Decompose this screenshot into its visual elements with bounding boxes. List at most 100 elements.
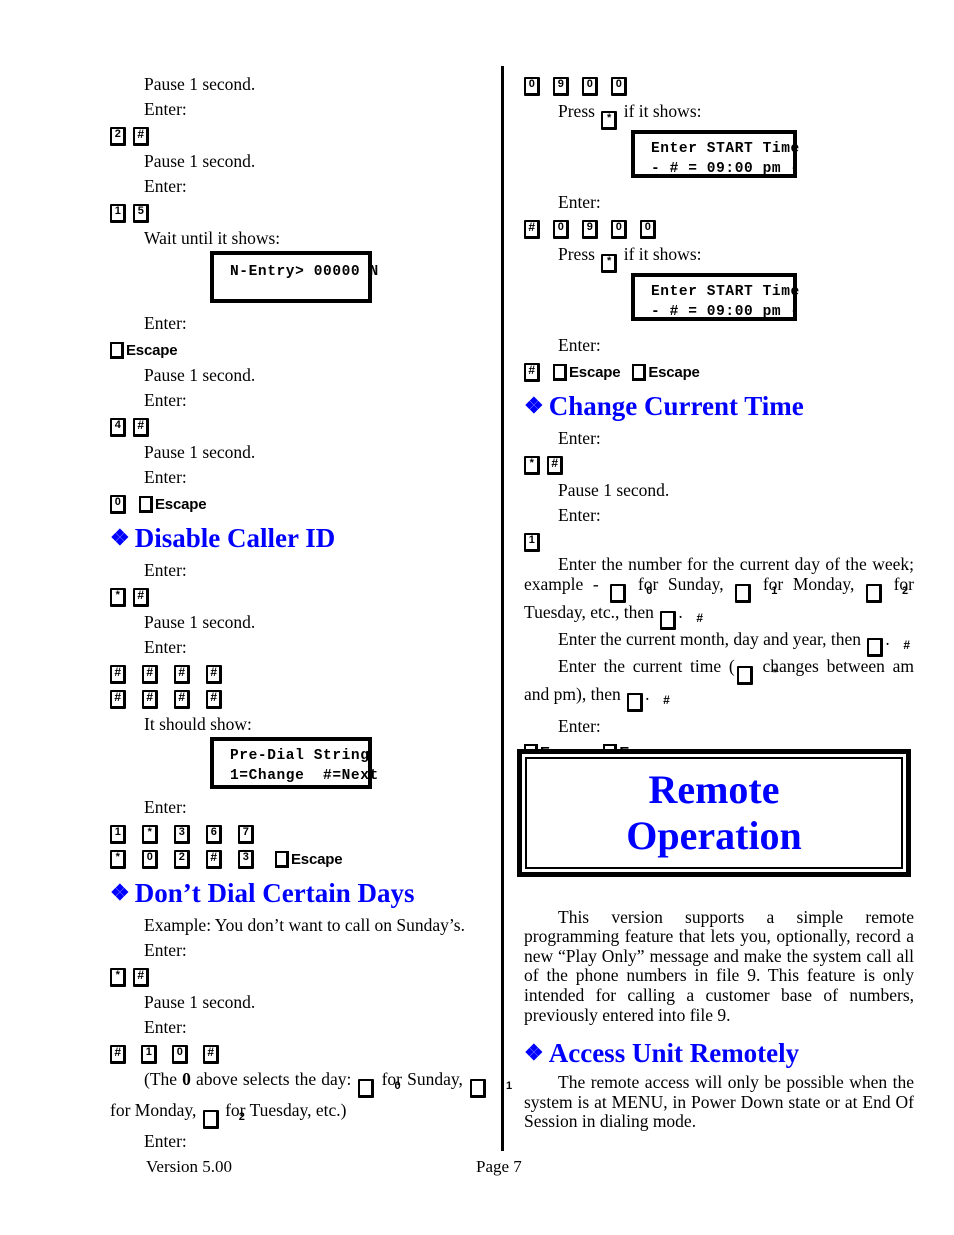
key-0[interactable]: 0: [110, 494, 126, 514]
key-sequence-0-escape: 0 Escape: [110, 493, 488, 515]
instruction-wait: Wait until it shows:: [144, 228, 281, 248]
key-0[interactable]: 0: [611, 76, 627, 96]
heading-change-current-time: ❖ Change Current Time: [524, 390, 914, 422]
key-hash[interactable]: #: [110, 689, 126, 709]
key-3[interactable]: 3: [174, 824, 190, 844]
para-text: .: [678, 601, 683, 622]
key-1[interactable]: 1: [735, 583, 777, 603]
paragraph-enter-day-of-week: Enter the number for the current day of …: [524, 554, 914, 630]
key-hash[interactable]: #: [133, 587, 149, 607]
instruction-enter: Enter:: [144, 797, 187, 817]
key-0[interactable]: 0: [611, 219, 627, 239]
escape-key[interactable]: Escape: [553, 363, 621, 381]
para-text: for Sunday,: [628, 573, 734, 594]
key-hash[interactable]: #: [174, 664, 190, 684]
key-hash[interactable]: #: [206, 664, 222, 684]
note-text-part: above selects the day:: [190, 1069, 357, 1089]
key-hash[interactable]: #: [133, 967, 149, 987]
key-hash[interactable]: #: [133, 126, 149, 146]
key-0[interactable]: 0: [610, 583, 652, 603]
key-star[interactable]: *: [524, 455, 540, 475]
key-sequence-hash-0900: # 0 9 0 0: [524, 218, 914, 240]
escape-key[interactable]: Escape: [632, 363, 700, 381]
key-hash[interactable]: #: [110, 664, 126, 684]
key-sequence-4-hash: 4 #: [110, 416, 488, 438]
instruction-enter: Enter:: [558, 192, 601, 212]
key-4[interactable]: 4: [110, 417, 126, 437]
key-hash[interactable]: #: [206, 849, 222, 869]
press-text-pre: Press: [558, 101, 600, 121]
key-hash[interactable]: #: [867, 637, 910, 657]
press-text-post: if it shows:: [619, 244, 702, 264]
key-0[interactable]: 0: [358, 1079, 401, 1098]
key-2[interactable]: 2: [202, 1110, 245, 1129]
key-2[interactable]: 2: [174, 849, 190, 869]
lcd-line-2: - # = 09:00 pm -: [651, 161, 800, 177]
key-1[interactable]: 1: [141, 1044, 157, 1064]
key-9[interactable]: 9: [582, 219, 598, 239]
key-star[interactable]: *: [142, 824, 158, 844]
key-0[interactable]: 0: [582, 76, 598, 96]
instruction-enter: Enter:: [558, 715, 601, 736]
key-hash[interactable]: #: [142, 689, 158, 709]
key-star[interactable]: *: [110, 587, 126, 607]
key-hash[interactable]: #: [660, 610, 703, 630]
key-0[interactable]: 0: [524, 76, 540, 96]
key-hash[interactable]: #: [174, 689, 190, 709]
key-hash[interactable]: #: [142, 664, 158, 684]
key-star[interactable]: *: [601, 254, 618, 273]
lcd-display-start-time-1: Enter START Time - # = 09:00 pm -: [631, 130, 800, 178]
key-1[interactable]: 1: [110, 824, 126, 844]
instruction-enter: Enter:: [558, 505, 601, 525]
key-sequence-2-hash: 2 #: [110, 125, 488, 147]
key-1[interactable]: 1: [524, 532, 540, 552]
key-hash[interactable]: #: [133, 417, 149, 437]
escape-label: Escape: [648, 363, 700, 381]
paragraph-enter-time: Enter the current time (* changes betwee…: [524, 656, 914, 712]
instruction-pause: Pause 1 second.: [144, 151, 256, 171]
key-0[interactable]: 0: [640, 219, 656, 239]
instruction-enter: Enter:: [144, 313, 187, 333]
key-5[interactable]: 5: [133, 203, 149, 223]
footer-page-number: Page 7: [476, 1157, 522, 1176]
key-star[interactable]: *: [601, 111, 618, 130]
key-2[interactable]: 2: [866, 583, 908, 603]
page-footer: Version 5.00 Page 7: [0, 1157, 954, 1183]
key-1[interactable]: 1: [110, 203, 126, 223]
instruction-pause: Pause 1 second.: [144, 612, 256, 632]
note-text-part: for Monday,: [110, 1100, 201, 1120]
key-hash[interactable]: #: [203, 1044, 219, 1064]
key-sequence-star-hash: * #: [110, 586, 488, 608]
escape-key[interactable]: Escape: [139, 495, 207, 513]
key-hash[interactable]: #: [627, 692, 670, 712]
key-0[interactable]: 0: [553, 219, 569, 239]
instruction-enter: Enter:: [558, 335, 601, 355]
key-star[interactable]: *: [110, 849, 126, 869]
remote-operation-title-inner: Remote Operation: [525, 757, 903, 869]
note-text-part: for Sunday,: [376, 1069, 468, 1089]
key-sequence-0900: 0 9 0 0: [524, 75, 914, 97]
escape-key[interactable]: Escape: [110, 341, 178, 359]
escape-key[interactable]: Escape: [275, 850, 343, 868]
instruction-example: Example: You don’t want to call on Sunda…: [144, 915, 465, 935]
key-hash[interactable]: #: [206, 689, 222, 709]
key-hash[interactable]: #: [547, 455, 563, 475]
key-star[interactable]: *: [736, 665, 777, 685]
note-day-selection: (The 0 above selects the day: 0 for Sund…: [110, 1067, 512, 1129]
key-1[interactable]: 1: [469, 1079, 512, 1098]
key-2[interactable]: 2: [110, 126, 126, 146]
key-0[interactable]: 0: [142, 849, 158, 869]
key-hash[interactable]: #: [524, 219, 540, 239]
key-6[interactable]: 6: [206, 824, 222, 844]
key-9[interactable]: 9: [553, 76, 569, 96]
key-7[interactable]: 7: [238, 824, 254, 844]
para-text: Enter the current month, day and year, t…: [558, 628, 866, 649]
key-hash[interactable]: #: [110, 1044, 126, 1064]
heading-label: Access Unit Remotely: [548, 1038, 800, 1069]
key-3[interactable]: 3: [238, 849, 254, 869]
key-hash[interactable]: #: [524, 362, 540, 382]
right-column: 0 9 0 0 Press * if it shows: Enter START…: [524, 72, 914, 1132]
escape-label: Escape: [569, 363, 621, 381]
key-0[interactable]: 0: [172, 1044, 188, 1064]
key-star[interactable]: *: [110, 967, 126, 987]
